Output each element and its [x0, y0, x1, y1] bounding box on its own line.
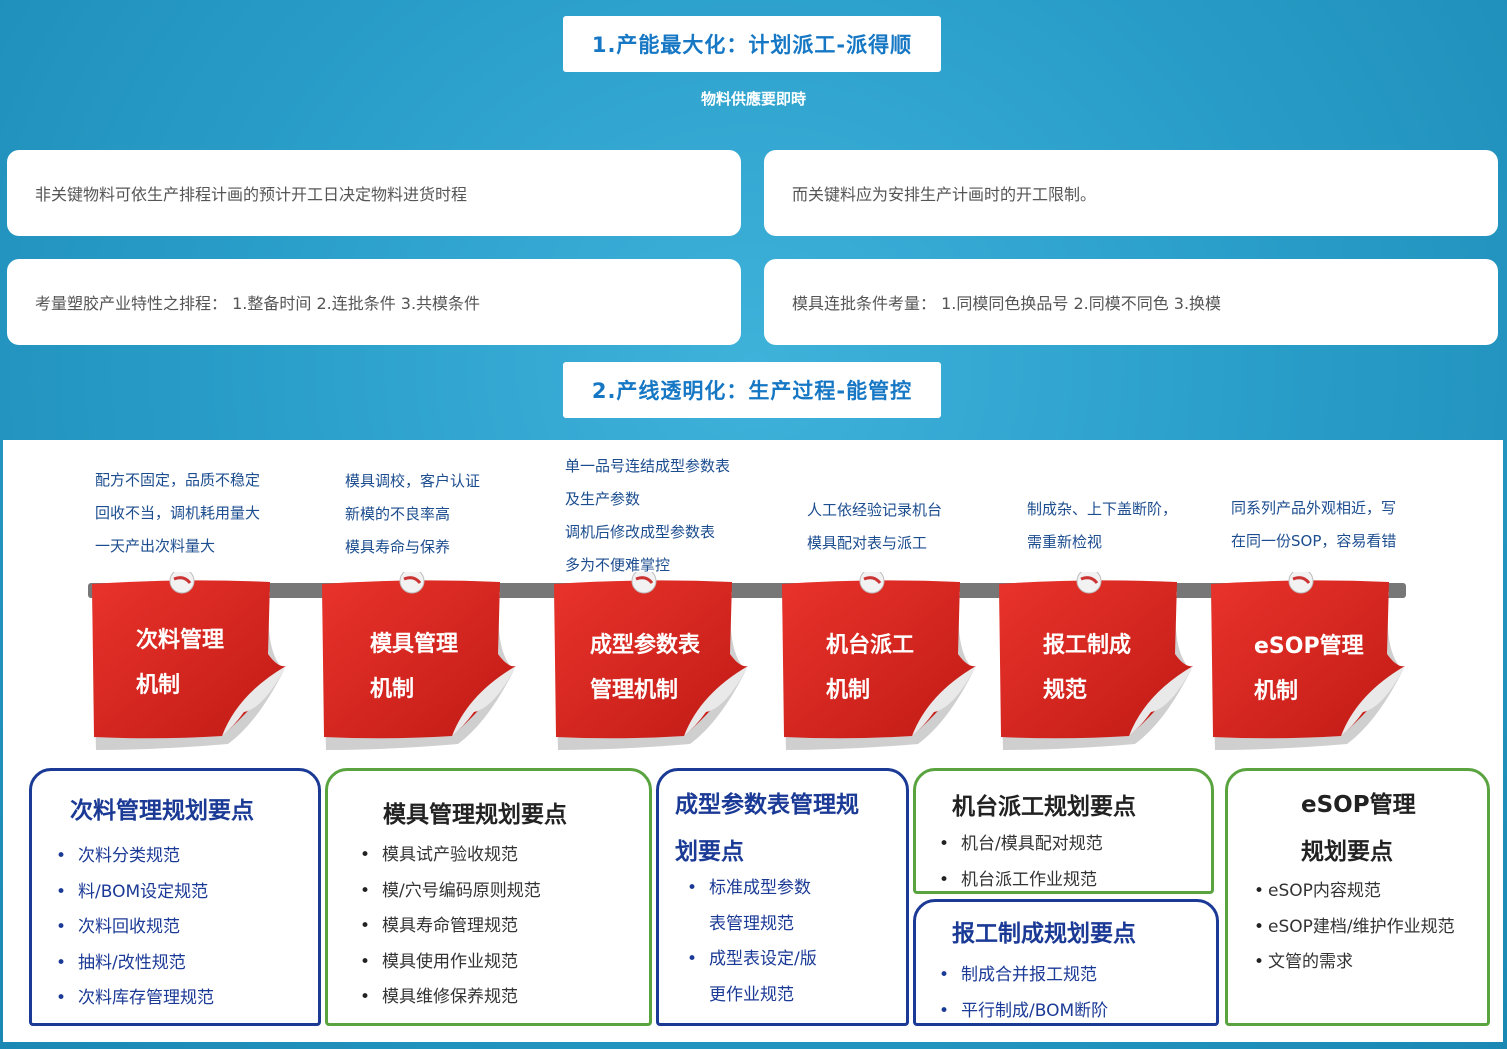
box-模具管理: 模具管理规划要点 模具试产验收规范 模/穴号编码原则规范 模具寿命管理规范 模具… [325, 768, 652, 1026]
list-item: 次料回收规范 [56, 910, 214, 946]
list-item: eSOP建档/维护作业规范 [1254, 910, 1455, 946]
tag-line-2: 机制 [370, 677, 415, 702]
list-item: 标准成型参数 [687, 871, 817, 907]
box-list: eSOP内容规范 eSOP建档/维护作业规范 文管的需求 [1254, 874, 1455, 981]
box-title-2: 划要点 [675, 839, 744, 865]
note-5: 制成杂、上下盖断阶， 需重新检视 [1027, 493, 1177, 559]
tag-line-2: 规范 [1043, 678, 1088, 703]
list-item: 抽料/改性规范 [56, 946, 214, 982]
tag-模具管理: 模具管理 机制 [318, 572, 518, 752]
info-card: 非关键物料可依生产排程计画的预计开工日决定物料进货时程 [7, 150, 741, 236]
list-item: 成型表设定/版 [687, 942, 817, 978]
note-1: 配方不固定，品质不稳定 回收不当，调机耗用量大 一天产出次料量大 [95, 464, 260, 563]
list-item: 文管的需求 [1254, 945, 1455, 981]
box-title: eSOP管理 [1301, 792, 1416, 818]
note-line: 调机后修改成型参数表 [565, 523, 716, 541]
note-6: 同系列产品外观相近，写 在同一份SOP，容易看错 [1231, 492, 1396, 558]
tag-报工制成: 报工制成 规范 [995, 572, 1195, 752]
note-line: 在同一份SOP，容易看错 [1231, 532, 1397, 550]
box-title: 机台派工规划要点 [952, 794, 1136, 820]
note-4: 人工依经验记录机台 模具配对表与派工 [807, 494, 942, 560]
section1-subtitle: 物料供應要即時 [700, 90, 806, 108]
info-card: 模具连批条件考量： 1.同模同色换品号 2.同模不同色 3.换模 [764, 259, 1498, 345]
box-list: 制成合并报工规范 平行制成/BOM断阶 [939, 958, 1108, 1030]
box-title: 模具管理规划要点 [383, 802, 567, 828]
box-title: 报工制成规划要点 [952, 921, 1136, 947]
box-次料管理: 次料管理规划要点 次料分类规范 料/BOM设定规范 次料回收规范 抽料/改性规范… [29, 768, 321, 1026]
note-2: 模具调校，客户认证 新模的不良率高 模具寿命与保养 [345, 465, 480, 564]
tag-line-2: 管理机制 [590, 678, 679, 703]
list-item: eSOP内容规范 [1254, 874, 1455, 910]
note-line: 回收不当，调机耗用量大 [95, 504, 261, 522]
box-机台派工: 机台派工规划要点 机台/模具配对规范 机台派工作业规范 [913, 768, 1214, 898]
list-item: 模具使用作业规范 [360, 945, 541, 981]
list-item: 模具寿命管理规范 [360, 909, 541, 945]
box-list: 机台/模具配对规范 机台派工作业规范 [939, 827, 1103, 899]
note-line: 配方不固定，品质不稳定 [95, 471, 261, 489]
note-line: 模具调校，客户认证 [345, 472, 481, 490]
box-title: 次料管理规划要点 [70, 798, 254, 824]
list-item: 机台/模具配对规范 [939, 827, 1103, 863]
tag-机台派工: 机台派工 机制 [778, 572, 978, 752]
note-line: 人工依经验记录机台 [807, 501, 943, 519]
tag-line-1: 模具管理 [370, 632, 459, 657]
note-line: 同系列产品外观相近，写 [1231, 499, 1397, 517]
list-item: 模/穴号编码原则规范 [360, 874, 541, 910]
section2-title: 2.产线透明化：生产过程-能管控 [563, 362, 941, 418]
box-list: 标准成型参数 表管理规范 成型表设定/版 更作业规范 [687, 871, 817, 1013]
list-item: 制成合并报工规范 [939, 958, 1108, 994]
note-line: 单一品号连结成型参数表 [565, 457, 731, 475]
note-line: 一天产出次料量大 [95, 537, 216, 555]
note-line: 制成杂、上下盖断阶， [1027, 500, 1178, 518]
list-item: 模具试产验收规范 [360, 838, 541, 874]
box-eSOP管理: eSOP管理 规划要点 eSOP内容规范 eSOP建档/维护作业规范 文管的需求 [1225, 768, 1490, 1026]
section1-title: 1.产能最大化：计划派工-派得顺 [563, 16, 941, 72]
list-item: 模具维修保养规范 [360, 980, 541, 1016]
list-item: 次料库存管理规范 [56, 981, 214, 1017]
box-成型参数表: 成型参数表管理规 划要点 标准成型参数 表管理规范 成型表设定/版 更作业规范 [656, 768, 909, 1026]
tag-line-1: eSOP管理 [1254, 634, 1364, 659]
tag-line-1: 机台派工 [826, 633, 915, 658]
tag-成型参数表: 成型参数表 管理机制 [550, 572, 750, 752]
tag-line-1: 次料管理 [136, 628, 225, 653]
tag-line-1: 报工制成 [1043, 633, 1132, 658]
note-line: 模具配对表与派工 [807, 534, 928, 552]
list-item-cont: 更作业规范 [709, 984, 794, 1005]
box-list: 模具试产验收规范 模/穴号编码原则规范 模具寿命管理规范 模具使用作业规范 模具… [360, 838, 541, 1016]
list-item: 料/BOM设定规范 [56, 875, 214, 911]
note-line: 模具寿命与保养 [345, 538, 451, 556]
tag-次料管理: 次料管理 机制 [88, 572, 288, 752]
tag-line-2: 机制 [136, 673, 181, 698]
list-item: 机台派工作业规范 [939, 863, 1103, 899]
note-line: 新模的不良率高 [345, 505, 451, 523]
box-title-2: 规划要点 [1301, 839, 1393, 865]
box-list: 次料分类规范 料/BOM设定规范 次料回收规范 抽料/改性规范 次料库存管理规范 [56, 839, 214, 1017]
note-line: 及生产参数 [565, 490, 641, 508]
tag-eSOP管理: eSOP管理 机制 [1207, 572, 1407, 752]
note-line: 需重新检视 [1027, 533, 1103, 551]
tag-line-2: 机制 [1254, 679, 1299, 704]
box-报工制成: 报工制成规划要点 制成合并报工规范 平行制成/BOM断阶 [913, 899, 1219, 1030]
list-item-cont: 表管理规范 [709, 913, 794, 934]
info-card: 而关键料应为安排生产计画时的开工限制。 [764, 150, 1498, 236]
box-title: 成型参数表管理规 [675, 792, 859, 818]
note-3: 单一品号连结成型参数表 及生产参数 调机后修改成型参数表 多为不便难掌控 [565, 450, 730, 582]
info-card: 考量塑胶产业特性之排程： 1.整备时间 2.连批条件 3.共模条件 [7, 259, 741, 345]
tag-line-1: 成型参数表 [590, 633, 701, 658]
list-item: 平行制成/BOM断阶 [939, 994, 1108, 1030]
list-item: 次料分类规范 [56, 839, 214, 875]
tag-line-2: 机制 [826, 678, 871, 703]
